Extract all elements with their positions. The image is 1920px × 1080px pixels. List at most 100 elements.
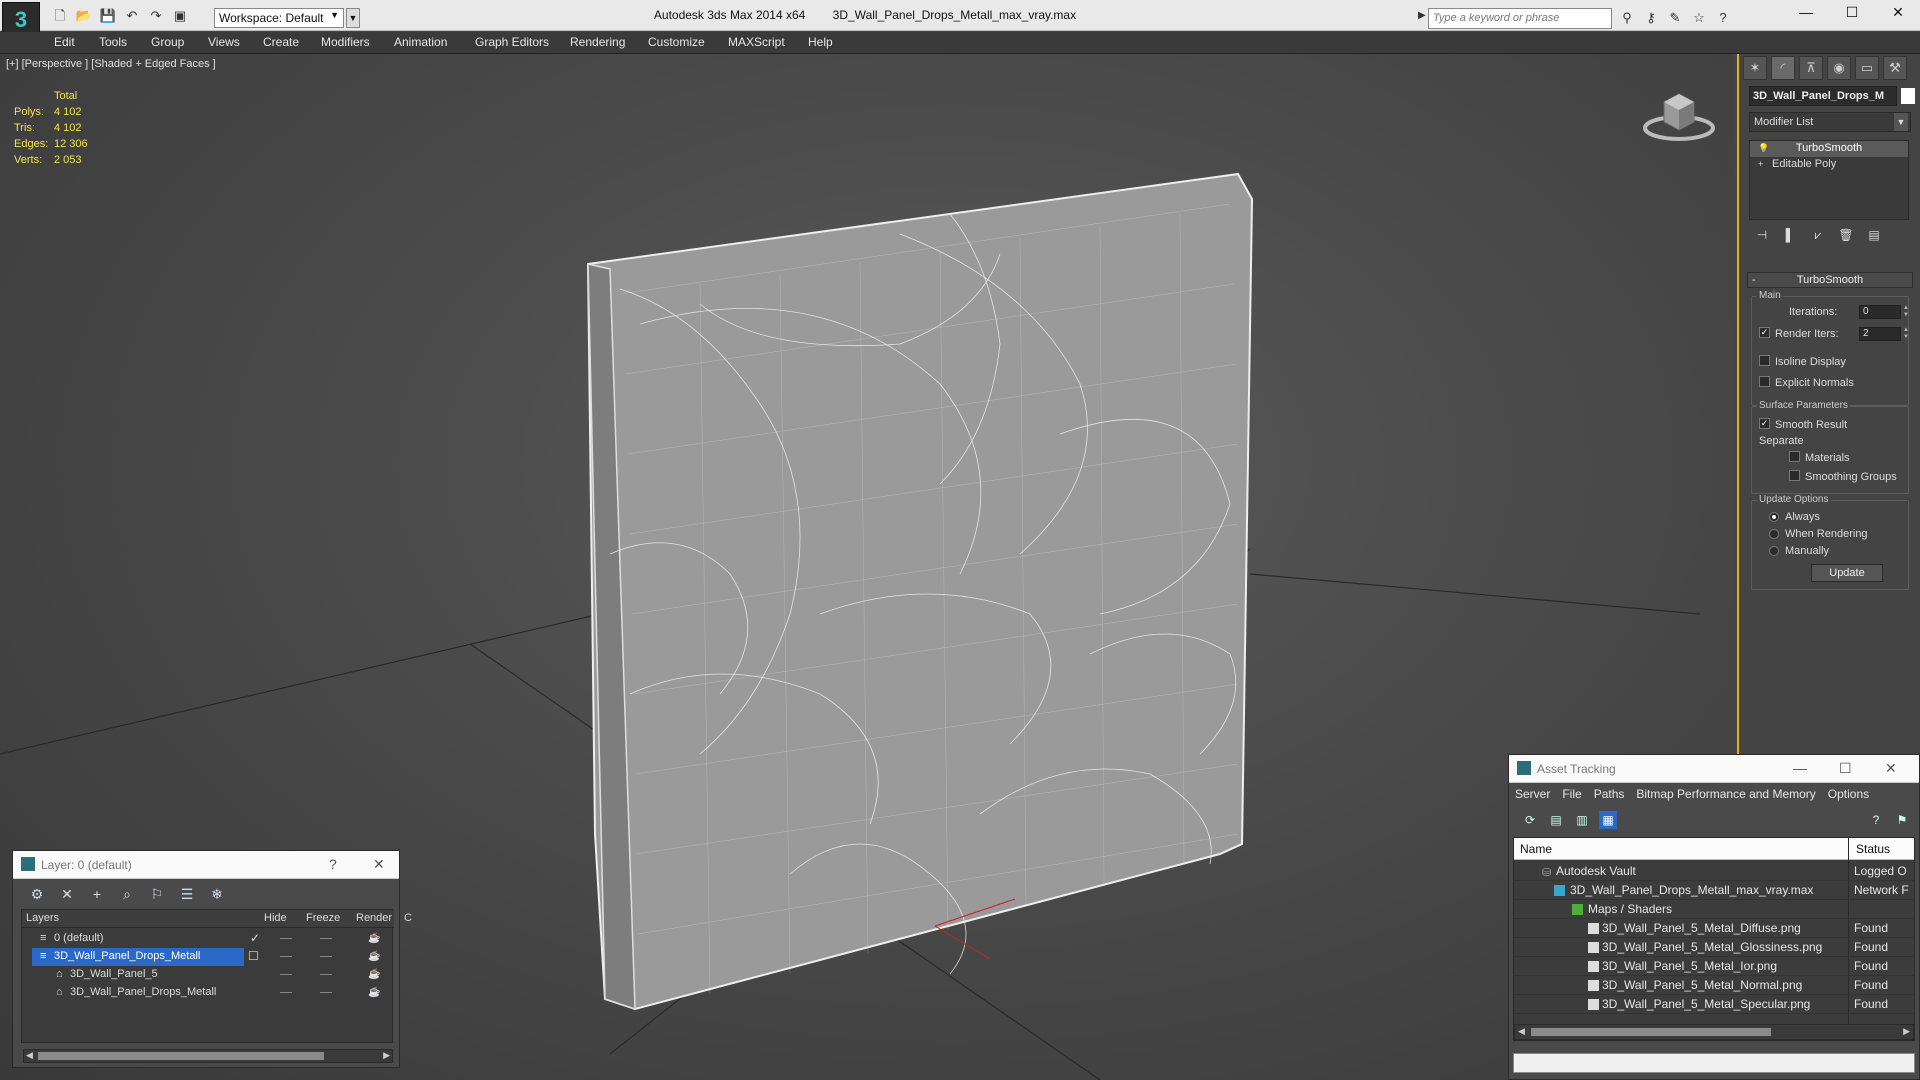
menu-modifiers[interactable]: Modifiers [321, 35, 370, 49]
column-header-freeze[interactable]: Freeze [306, 912, 340, 924]
menu-animation[interactable]: Animation [394, 35, 447, 49]
menu-rendering[interactable]: Rendering [570, 35, 625, 49]
menu-views[interactable]: Views [208, 35, 240, 49]
column-header-render[interactable]: Render [356, 912, 392, 924]
make-unique-icon[interactable]: ⩗ [1809, 228, 1827, 246]
search-input[interactable]: Type a keyword or phrase [1428, 8, 1612, 29]
menu-help[interactable]: Help [808, 35, 833, 49]
asset-row[interactable]: 3D_Wall_Panel_5_Metal_Glossiness.png Fou… [1514, 938, 1914, 957]
menu-maxscript[interactable]: MAXScript [728, 35, 785, 49]
select-in-layer-icon[interactable]: ⌕ [117, 885, 137, 903]
manually-radio[interactable] [1769, 546, 1779, 556]
stack-item-editable-poly[interactable]: + Editable Poly [1750, 157, 1908, 173]
spinner-arrows-icon[interactable]: ▲ ▼ [1903, 305, 1911, 319]
render-iters-checkbox[interactable]: ✓ [1759, 327, 1770, 338]
isoline-display-checkbox[interactable] [1759, 355, 1770, 366]
minimize-button[interactable]: — [1786, 4, 1826, 26]
close-button[interactable]: ✕ [1878, 4, 1918, 26]
column-header-layers[interactable]: Layers [26, 912, 59, 924]
asset-dialog-titlebar[interactable]: Asset Tracking — ☐ ✕ [1509, 755, 1919, 783]
layer-row[interactable]: ⌂ 3D_Wall_Panel_Drops_Metall ☕ [22, 984, 394, 1002]
maximize-button[interactable]: ☐ [1839, 760, 1852, 777]
menu-customize[interactable]: Customize [648, 35, 705, 49]
add-layer-icon[interactable]: + [87, 885, 107, 903]
freeze-all-layers-icon[interactable]: ❄ [207, 885, 227, 903]
layer-horizontal-scrollbar[interactable]: ◀ ▶ [23, 1049, 393, 1063]
asset-row[interactable]: Maps / Shaders [1514, 900, 1914, 919]
modify-tab-icon[interactable]: ◜ [1771, 56, 1795, 80]
layer-settings-icon[interactable]: ⚙ [27, 885, 47, 903]
show-end-result-icon[interactable]: ▌ [1781, 228, 1799, 246]
binoculars-icon[interactable]: ⚲ [1618, 9, 1636, 27]
favorites-star-icon[interactable]: ☆ [1690, 9, 1708, 27]
highlight-layer-icon[interactable]: ⚐ [147, 885, 167, 903]
make-current-box-icon[interactable]: ☐ [248, 949, 259, 963]
freeze-toggle[interactable] [320, 938, 332, 939]
spinner-arrows-icon[interactable]: ▲ ▼ [1903, 327, 1911, 341]
asset-row[interactable]: 3D_Wall_Panel_5_Metal_Specular.png Found [1514, 995, 1914, 1014]
column-header-name[interactable]: Name [1520, 842, 1552, 856]
freeze-toggle[interactable] [320, 956, 332, 957]
menu-paths[interactable]: Paths [1594, 787, 1625, 801]
menu-bitmap-performance[interactable]: Bitmap Performance and Memory [1636, 787, 1815, 801]
utilities-tab-icon[interactable]: ⚒ [1883, 56, 1907, 80]
hierarchy-tab-icon[interactable]: ⊼ [1799, 56, 1823, 80]
menu-create[interactable]: Create [263, 35, 299, 49]
freeze-toggle[interactable] [320, 992, 332, 993]
smoothing-groups-checkbox[interactable] [1789, 470, 1800, 481]
update-button[interactable]: Update [1811, 564, 1883, 582]
asset-horizontal-scrollbar[interactable]: ◀ ▶ [1514, 1024, 1914, 1040]
menu-server[interactable]: Server [1515, 787, 1550, 801]
menu-file[interactable]: File [1562, 787, 1581, 801]
delete-layer-icon[interactable]: ✕ [57, 885, 77, 903]
expand-plus-icon[interactable]: + [1758, 159, 1768, 169]
search-expand-icon[interactable]: ▶ [1418, 10, 1426, 21]
maximize-button[interactable]: ☐ [1832, 4, 1872, 26]
render-teapot-icon[interactable]: ☕ [368, 969, 380, 980]
list-view-icon[interactable]: ▤ [1547, 811, 1565, 829]
layer-row[interactable]: ⌂ 3D_Wall_Panel_5 ☕ [22, 966, 394, 984]
object-color-swatch[interactable] [1901, 88, 1915, 104]
layer-row[interactable]: ≡ 0 (default) ✓ ☕ [22, 930, 394, 948]
hide-toggle[interactable] [280, 956, 292, 957]
hide-all-layers-icon[interactable]: ☰ [177, 885, 197, 903]
wall-panel-mesh[interactable] [586, 172, 1254, 1011]
thumbnail-view-icon[interactable]: ▥ [1573, 811, 1591, 829]
collapse-minus-icon[interactable]: - [1752, 273, 1756, 287]
close-button[interactable]: ✕ [1885, 760, 1897, 777]
column-header-status[interactable]: Status [1856, 842, 1890, 856]
context-help-icon[interactable]: ⚑ [1893, 811, 1911, 829]
column-header-color[interactable]: C [404, 912, 412, 924]
render-teapot-icon[interactable]: ☕ [368, 951, 380, 962]
menu-group[interactable]: Group [151, 35, 184, 49]
explicit-normals-checkbox[interactable] [1759, 376, 1770, 387]
menu-options[interactable]: Options [1828, 787, 1869, 801]
scrollbar-thumb[interactable] [38, 1052, 324, 1060]
object-name-field[interactable]: 3D_Wall_Panel_Drops_M [1749, 86, 1897, 106]
smooth-result-checkbox[interactable]: ✓ [1759, 418, 1770, 429]
hide-toggle[interactable] [280, 938, 292, 939]
stack-item-turbosmooth[interactable]: 💡 TurboSmooth [1750, 141, 1908, 157]
configure-sets-icon[interactable]: ▤ [1865, 228, 1883, 246]
asset-row[interactable]: 3D_Wall_Panel_Drops_Metall_max_vray.max … [1514, 881, 1914, 900]
render-teapot-icon[interactable]: ☕ [368, 933, 380, 944]
motion-tab-icon[interactable]: ◉ [1827, 56, 1851, 80]
help-icon[interactable]: ? [1867, 811, 1885, 829]
minimize-button[interactable]: — [1793, 760, 1807, 776]
remove-modifier-icon[interactable]: 🗑 [1837, 228, 1855, 246]
help-icon[interactable]: ? [1714, 9, 1732, 27]
create-tab-icon[interactable]: ✶ [1743, 56, 1767, 80]
freeze-toggle[interactable] [320, 974, 332, 975]
scroll-right-icon[interactable]: ▶ [383, 1050, 390, 1061]
layer-row[interactable]: ≡ 3D_Wall_Panel_Drops_Metall ☐ ☕ [22, 948, 394, 966]
menu-tools[interactable]: Tools [99, 35, 127, 49]
refresh-icon[interactable]: ⟳ [1521, 811, 1539, 829]
scrollbar-thumb[interactable] [1531, 1028, 1771, 1036]
scroll-left-icon[interactable]: ◀ [1518, 1026, 1525, 1037]
hide-toggle[interactable] [280, 992, 292, 993]
menu-edit[interactable]: Edit [54, 35, 75, 49]
asset-row[interactable]: 3D_Wall_Panel_5_Metal_Normal.png Found [1514, 976, 1914, 995]
pin-stack-icon[interactable]: ⊣ [1753, 228, 1771, 246]
materials-checkbox[interactable] [1789, 451, 1800, 462]
viewcube[interactable] [1642, 84, 1716, 144]
